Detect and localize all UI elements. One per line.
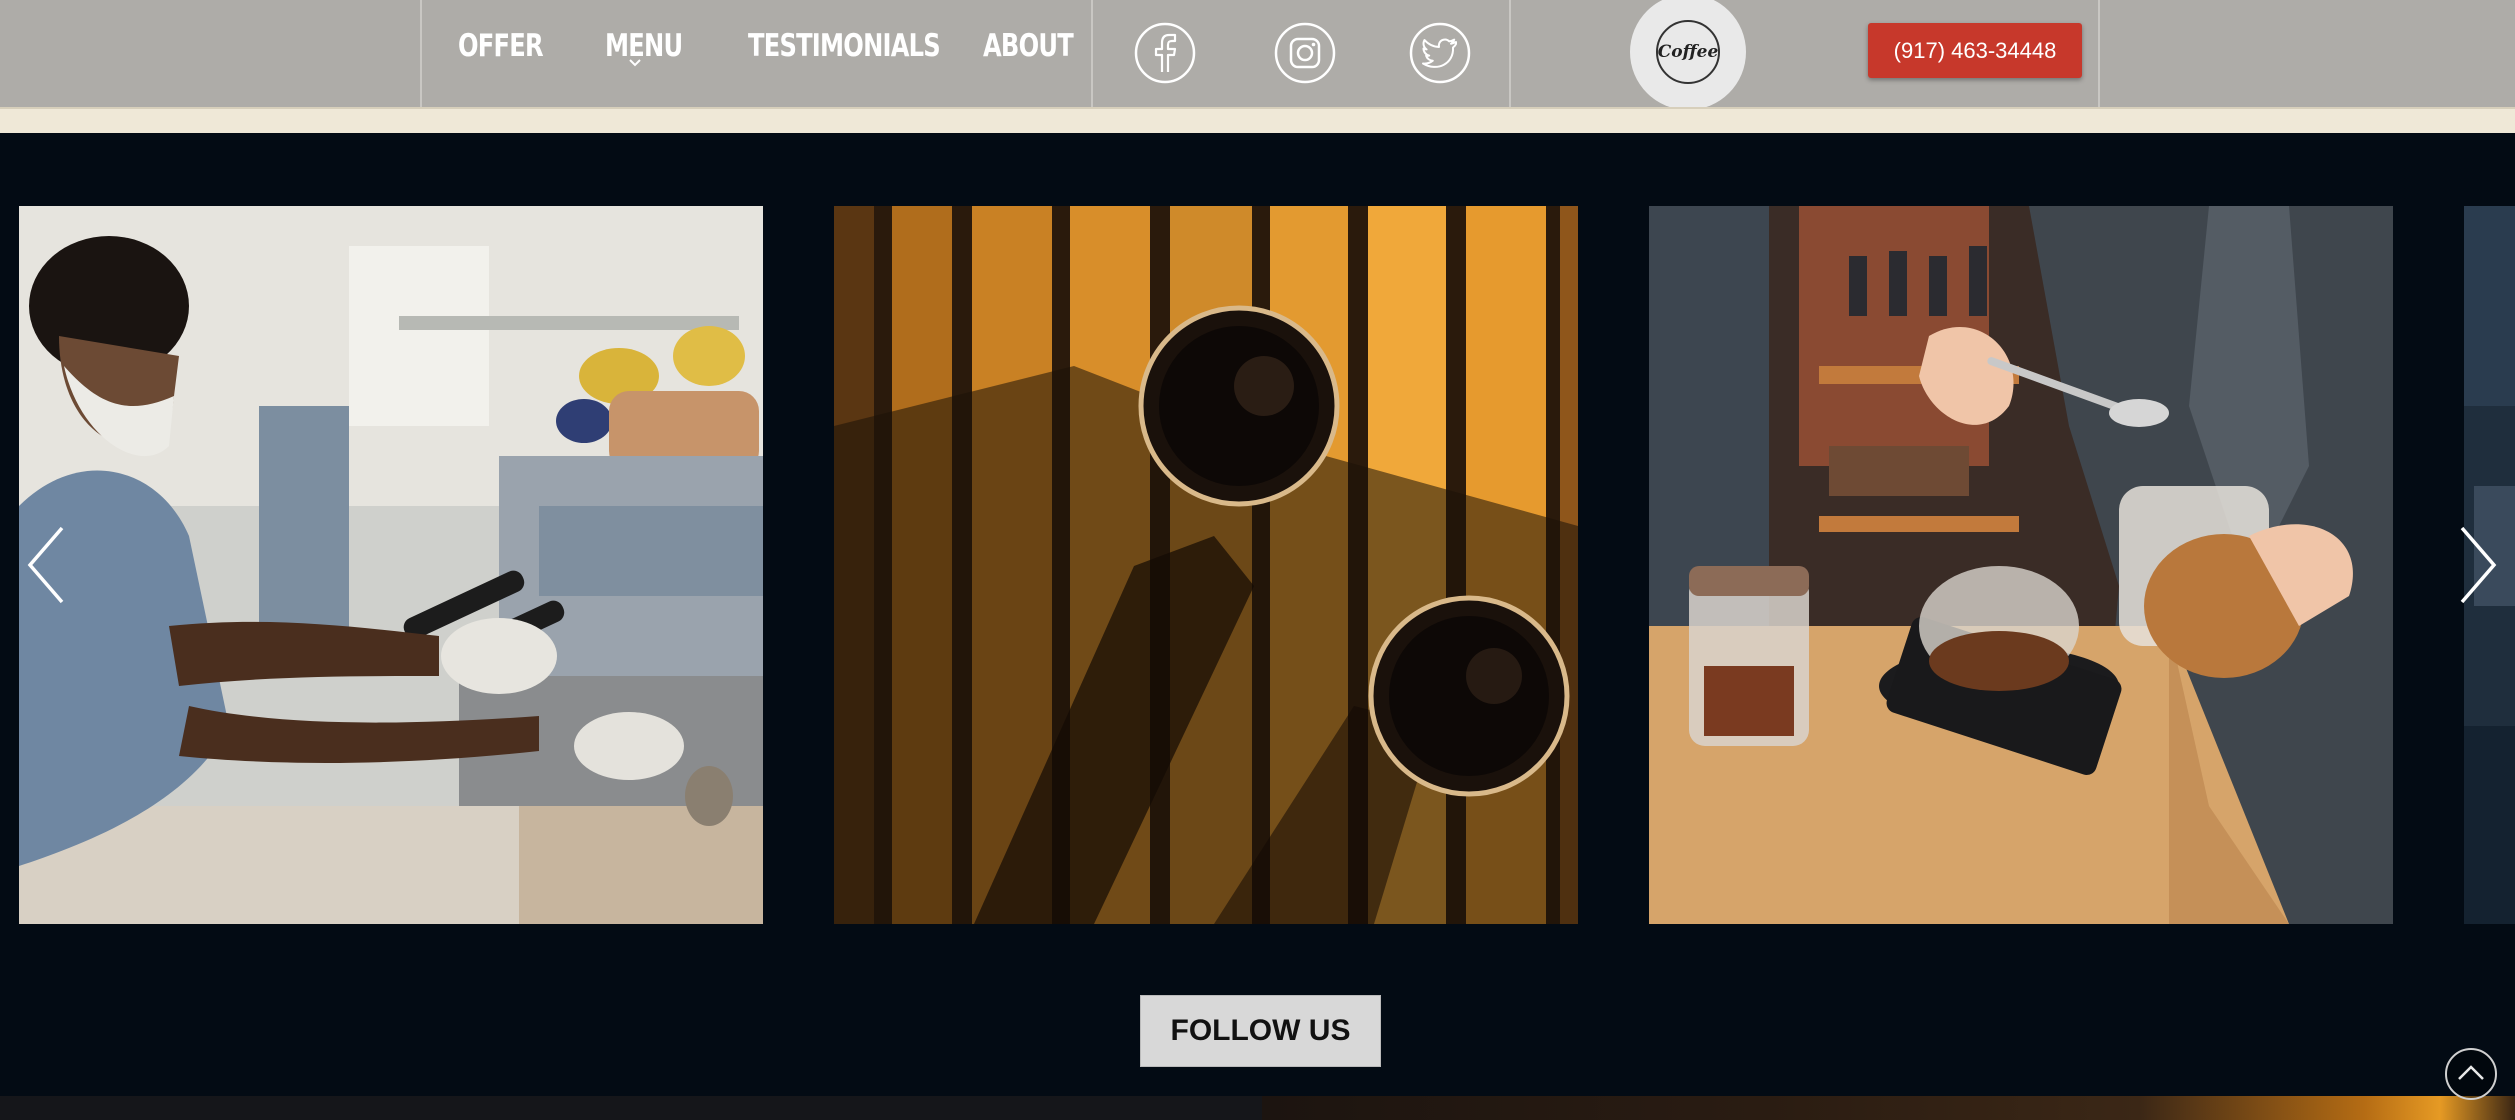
header-divider <box>2098 0 2100 107</box>
gallery-photo-coffee-cups[interactable] <box>834 206 1578 924</box>
logo-text: Coffee <box>1656 20 1720 84</box>
coffee-cups-on-wood-photo <box>834 206 1578 924</box>
nav-offer[interactable]: OFFER <box>458 28 544 64</box>
nav-menu[interactable]: MENU <box>605 28 683 64</box>
phone-button[interactable]: (917) 463-34448 <box>1868 23 2082 78</box>
brand-logo[interactable]: Coffee <box>1630 0 1746 110</box>
chevron-right-icon[interactable] <box>2456 520 2500 610</box>
barista-scale-jars-photo <box>1649 206 2393 924</box>
header-accent-band <box>0 107 2515 133</box>
next-section-photo <box>1262 1096 2515 1120</box>
instagram-icon[interactable] <box>1274 22 1336 84</box>
chevron-up-circle-icon[interactable] <box>2444 1047 2498 1101</box>
nav-about[interactable]: ABOUT <box>983 28 1074 64</box>
gallery-photo-barista-scale[interactable] <box>1649 206 2393 924</box>
barista-espresso-machine-photo <box>19 206 763 924</box>
twitter-icon[interactable] <box>1409 22 1471 84</box>
facebook-icon[interactable] <box>1134 22 1196 84</box>
header-divider <box>420 0 422 107</box>
gallery-photo-barista[interactable] <box>19 206 763 924</box>
chevron-left-icon[interactable] <box>24 520 68 610</box>
follow-us-button[interactable]: FOLLOW US <box>1140 995 1381 1067</box>
site-header: OFFER MENU TESTIMONIALS ABOUT Coffee (91… <box>0 0 2515 110</box>
header-divider <box>1509 0 1511 107</box>
header-divider <box>1091 0 1093 107</box>
nav-testimonials[interactable]: TESTIMONIALS <box>748 28 941 64</box>
chevron-down-icon <box>629 59 641 67</box>
